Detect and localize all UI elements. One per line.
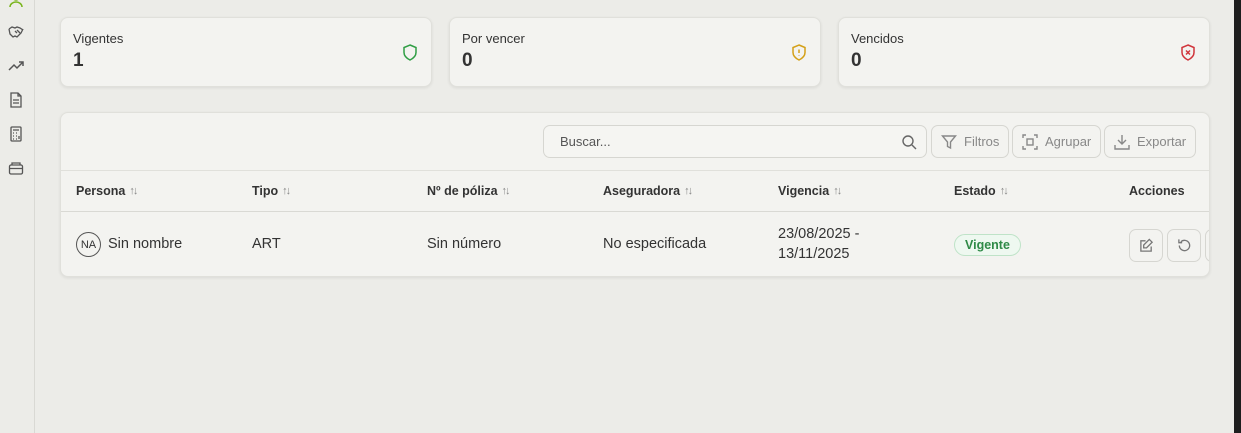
stat-card-vigentes: Vigentes 1	[60, 17, 432, 87]
group-label: Agrupar	[1045, 134, 1092, 149]
edit-button[interactable]	[1129, 229, 1163, 262]
shield-alert-icon	[792, 44, 806, 61]
policies-table-panel: Filtros Agrupar Exportar Persona↑↓ Tipo↑…	[60, 112, 1210, 277]
stat-value: 0	[851, 50, 862, 71]
table-header: Persona ↑↓ Tipo ↑↓ Nº de póliza ↑↓ Asegurad…	[61, 171, 1209, 212]
column-header-acciones: Acciones	[1129, 184, 1185, 198]
shield-x-icon	[1181, 44, 1195, 61]
edit-icon	[1139, 238, 1153, 252]
stat-label: Vencidos	[851, 31, 904, 46]
sort-icon: ↑↓	[129, 185, 138, 197]
column-header-aseguradora[interactable]: Aseguradora ↑↓	[603, 184, 693, 198]
search-icon[interactable]	[901, 134, 917, 150]
stat-value: 0	[462, 50, 473, 71]
renew-button[interactable]	[1167, 229, 1201, 262]
export-label: Exportar	[1137, 134, 1187, 149]
table-toolbar: Filtros Agrupar Exportar	[61, 113, 1209, 171]
calculator-icon[interactable]	[7, 125, 25, 143]
shield-check-icon	[403, 44, 417, 61]
column-header-estado[interactable]: Estado ↑↓	[954, 184, 1009, 198]
search-input[interactable]	[544, 126, 874, 157]
filters-label: Filtros	[964, 134, 1000, 149]
vigencia-start-cell: 23/08/2025 -	[778, 226, 860, 242]
poliza-cell: Sin número	[427, 236, 502, 252]
stat-card-por-vencer: Por vencer 0	[449, 17, 821, 87]
stat-label: Por vencer	[462, 31, 525, 46]
avatar: NA	[76, 232, 101, 257]
vigencia-end-cell: 13/11/2025	[778, 246, 850, 262]
sort-icon: ↑↓	[282, 185, 291, 197]
refresh-icon	[1177, 239, 1190, 252]
aseguradora-cell: No especificada	[603, 236, 707, 252]
status-badge: Vigente	[954, 234, 1021, 256]
package-icon[interactable]	[7, 159, 25, 177]
stat-label: Vigentes	[73, 31, 124, 46]
download-icon	[1114, 134, 1130, 150]
sort-icon: ↑↓	[684, 185, 693, 197]
group-button[interactable]: Agrupar	[1012, 125, 1102, 158]
stat-value: 1	[73, 50, 84, 71]
column-header-persona[interactable]: Persona ↑↓	[76, 184, 138, 198]
trending-up-icon[interactable]	[7, 57, 25, 75]
sort-icon: ↑↓	[999, 185, 1009, 197]
window-edge	[1234, 0, 1241, 433]
table-row[interactable]: NA Sin nombre ART Sin número No especifi…	[61, 213, 1209, 276]
sidebar	[0, 0, 35, 433]
export-button[interactable]: Exportar	[1104, 125, 1197, 158]
more-actions-button[interactable]	[1205, 229, 1209, 262]
sort-icon: ↑↓	[833, 185, 842, 197]
filter-icon	[941, 134, 957, 149]
column-header-poliza[interactable]: Nº de póliza ↑↓	[427, 184, 511, 198]
tipo-cell: ART	[252, 236, 281, 252]
column-header-vigencia[interactable]: Vigencia ↑↓	[778, 184, 842, 198]
group-icon	[1022, 133, 1038, 150]
persona-cell: Sin nombre	[108, 236, 183, 252]
user-icon[interactable]	[7, 0, 25, 9]
document-icon[interactable]	[7, 91, 25, 109]
column-header-tipo[interactable]: Tipo ↑↓	[252, 184, 291, 198]
handshake-icon[interactable]	[7, 23, 25, 41]
stat-card-vencidos: Vencidos 0	[838, 17, 1210, 87]
search-box	[543, 125, 927, 158]
sort-icon: ↑↓	[501, 185, 511, 197]
filters-button[interactable]: Filtros	[931, 125, 1010, 158]
